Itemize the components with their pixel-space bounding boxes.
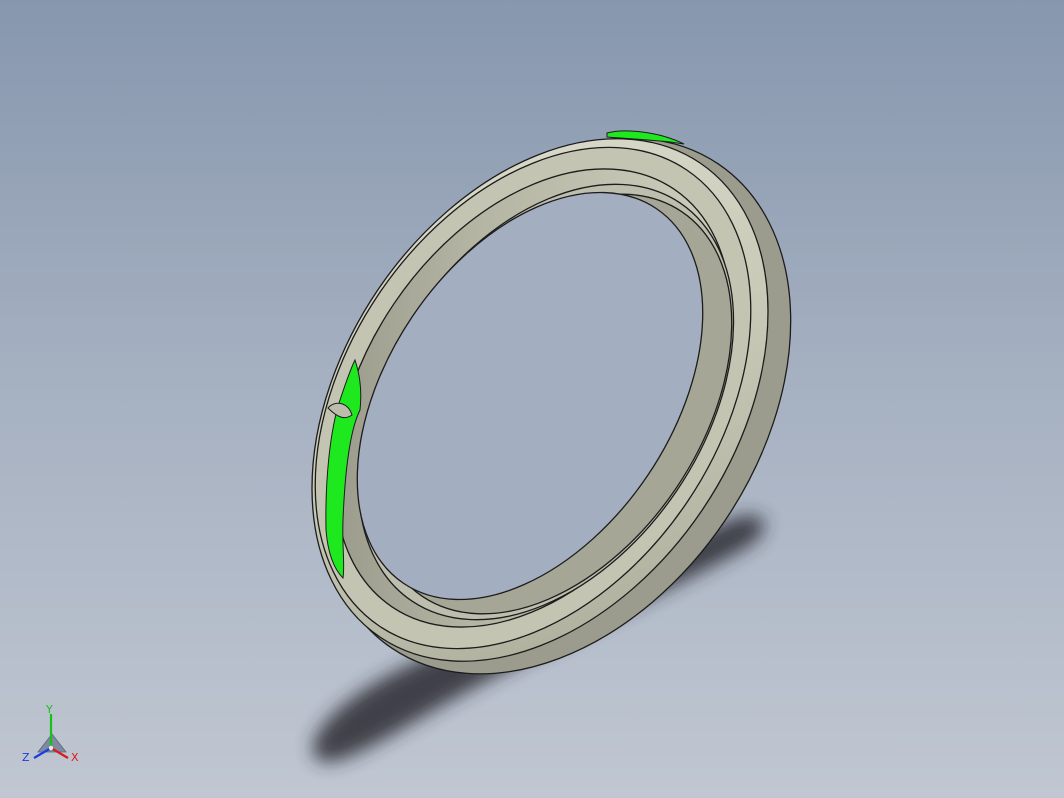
graphics-viewport[interactable]: Y X Z xyxy=(0,0,1064,798)
triad-x-label: X xyxy=(71,751,79,764)
model-scene[interactable] xyxy=(0,0,1064,798)
triad-y-label: Y xyxy=(45,703,53,716)
triad-z-label: Z xyxy=(22,751,30,764)
orientation-triad[interactable]: Y X Z xyxy=(16,700,88,772)
